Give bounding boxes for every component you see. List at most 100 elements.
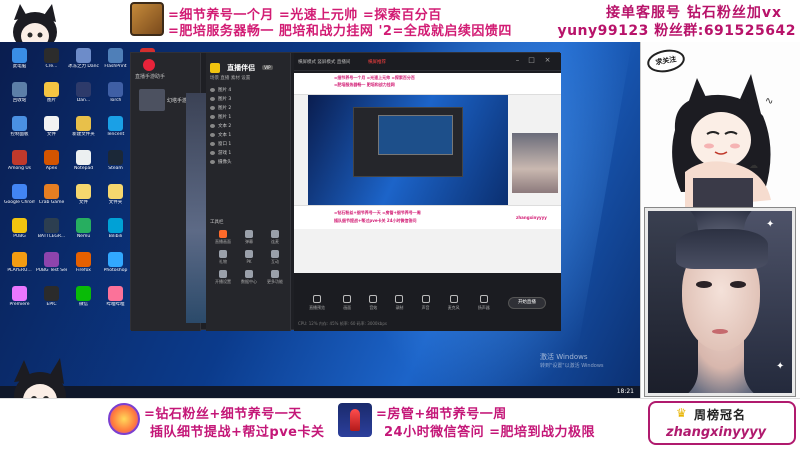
bottom-line-1: =钻石粉丝+细节养号一天 (144, 407, 302, 422)
app-icon (12, 150, 27, 165)
desktop-icon[interactable]: Crab Game (36, 182, 67, 215)
tool-button[interactable]: 开播设置 (210, 268, 236, 288)
app-icon (44, 218, 59, 233)
desktop-icon[interactable]: Photoshop (100, 250, 131, 283)
tool-button[interactable]: 礼物 (210, 248, 236, 268)
desktop-icon[interactable]: 冰冻之力 Dance of F... (68, 46, 99, 79)
desktop-icon[interactable]: Google Chrome (4, 182, 35, 215)
app-icon (76, 48, 91, 63)
desktop-icon[interactable]: Firefox (68, 250, 99, 283)
desktop-icon[interactable]: 图片 (36, 80, 67, 113)
preview-recommend-label[interactable]: 横屏推荐 (368, 59, 386, 65)
control-icon (395, 295, 404, 303)
desktop-icon[interactable]: EPIC (36, 284, 67, 317)
desktop-icon-label: 文件夹 (108, 200, 123, 205)
desktop-icon[interactable]: PUBG Test Server (36, 250, 67, 283)
tool-button[interactable]: PK (236, 248, 262, 268)
visibility-eye-icon[interactable] (210, 132, 215, 137)
desktop-icon[interactable]: Tencent (100, 114, 131, 147)
desktop-icon[interactable]: Dan... (68, 80, 99, 113)
preview-control-button[interactable]: 直播预览 (309, 295, 325, 311)
bottom-banner: =钻石粉丝+细节养号一天 插队细节提战+帮过pve卡关 =房管+细节养号一周 2… (0, 398, 800, 450)
preview-control-button[interactable]: 声音 (421, 295, 430, 311)
desktop-icon-label: Apex (45, 166, 58, 171)
preview-control-button[interactable]: 录制 (395, 295, 404, 311)
scene-tabs[interactable]: 场景 直播 素材 设置 (210, 75, 250, 81)
desktop-icon[interactable]: 新建文件夹 (68, 114, 99, 147)
desktop-icon[interactable]: 控制面板 (4, 114, 35, 147)
desktop-icon[interactable]: FlashPrint (100, 46, 131, 79)
visibility-eye-icon[interactable] (210, 123, 215, 128)
desktop-icon[interactable]: Nemu (68, 216, 99, 249)
visibility-eye-icon[interactable] (210, 105, 215, 110)
scene-source-item[interactable]: 图片 4 (210, 85, 286, 94)
preview-control-button[interactable]: 音效 (369, 295, 378, 311)
desktop-icon[interactable]: Notepad (68, 148, 99, 181)
minimize-icon[interactable]: – (514, 57, 521, 64)
taskbar-clock[interactable]: 18:21 (617, 388, 634, 395)
scene-source-item[interactable]: 摄像头 (210, 157, 286, 166)
scene-source-item[interactable]: 文本 1 (210, 130, 286, 139)
scene-source-item[interactable]: 文本 2 (210, 121, 286, 130)
desktop-icon[interactable]: Torch (100, 80, 131, 113)
preview-canvas[interactable]: =细节养号一个月 =光速上元帅 =探索百分百 =肥培服务器畅一 肥培和战力挂网 … (294, 73, 561, 273)
weekly-crown-title: 周榜冠名 (694, 408, 747, 422)
visibility-eye-icon[interactable] (210, 87, 215, 92)
preview-mode-tabs[interactable]: 横屏模式 竖屏模式 直播间 (298, 59, 350, 65)
desktop-icon[interactable]: Apex (36, 148, 67, 181)
game-thumbnail[interactable] (139, 89, 165, 111)
tool-button[interactable]: 互动 (262, 248, 288, 268)
tool-button[interactable]: 数据中心 (236, 268, 262, 288)
desktop-icon[interactable]: 哔哩哔哩 (100, 284, 131, 317)
desktop-icon-label: Dan... (76, 98, 91, 103)
scene-source-item[interactable]: 窗口 1 (210, 139, 286, 148)
tool-button[interactable]: 直播画面 (210, 228, 236, 248)
maximize-icon[interactable]: □ (528, 57, 535, 64)
desktop-icon[interactable]: 回收站 (4, 80, 35, 113)
tool-button[interactable]: 弹幕 (236, 228, 262, 248)
desktop-icon[interactable]: 微信 (68, 284, 99, 317)
app-icon (12, 184, 27, 199)
tool-icon (219, 250, 227, 258)
desktop-icon[interactable]: 文件 (68, 182, 99, 215)
desktop-icon-label: Steam (108, 166, 123, 171)
app-icon (44, 252, 59, 267)
preview-control-button[interactable]: 扬声器 (478, 295, 490, 311)
desktop-icon[interactable]: 此电脑 (4, 46, 35, 79)
tool-button[interactable]: 连麦 (262, 228, 288, 248)
desktop-icon[interactable]: Cre... (36, 46, 67, 79)
taskbar[interactable]: 18:21 (0, 386, 640, 398)
scene-source-item[interactable]: 图片 1 (210, 112, 286, 121)
desktop-icon[interactable]: 文件 (36, 114, 67, 147)
preview-control-button[interactable]: 画面 (343, 295, 352, 311)
tool-button[interactable]: 更多功能 (262, 268, 288, 288)
desktop-icon[interactable]: Among Us (4, 148, 35, 181)
desktop-icon[interactable]: 文件夹 (100, 182, 131, 215)
scene-source-label: 摄像头 (218, 159, 232, 165)
visibility-eye-icon[interactable] (210, 159, 215, 164)
desktop-icon[interactable]: Bilibili (100, 216, 131, 249)
desktop-icon[interactable]: PUBG (4, 216, 35, 249)
desktop-icon[interactable]: Premiere (4, 284, 35, 317)
start-live-button[interactable]: 开始直播 (507, 297, 546, 309)
banner-line-2: =肥培服务器畅一 肥培和战力挂网 '2=全成就启续因馈四 (168, 24, 512, 39)
scene-source-item[interactable]: 图片 2 (210, 103, 286, 112)
game-label[interactable]: 幻塔手游 (167, 97, 187, 104)
scene-source-item[interactable]: 图片 3 (210, 94, 286, 103)
visibility-eye-icon[interactable] (210, 150, 215, 155)
visibility-eye-icon[interactable] (210, 96, 215, 101)
streaming-app-window[interactable]: 直播手游助手 幻塔手游 直播伴侣 VIP 场景 直播 素材 设置 图片 4 图片 … (130, 52, 561, 331)
visibility-eye-icon[interactable] (210, 141, 215, 146)
close-icon[interactable]: × (544, 57, 551, 64)
scene-source-item[interactable]: 游戏 1 (210, 148, 286, 157)
webcam-frame: ✦ ✦ (645, 208, 795, 396)
preview-control-button[interactable]: 麦克风 (448, 295, 460, 311)
desktop-icon[interactable]: PLAYERU... (4, 250, 35, 283)
desktop-icon-label: Notepad (73, 166, 94, 171)
control-icon (369, 295, 378, 303)
desktop-icon[interactable]: Steam (100, 148, 131, 181)
visibility-eye-icon[interactable] (210, 114, 215, 119)
app-icon (76, 150, 91, 165)
desktop-icon-label: 此电脑 (12, 64, 27, 69)
desktop-icon[interactable]: BATTLEGR... (36, 216, 67, 249)
